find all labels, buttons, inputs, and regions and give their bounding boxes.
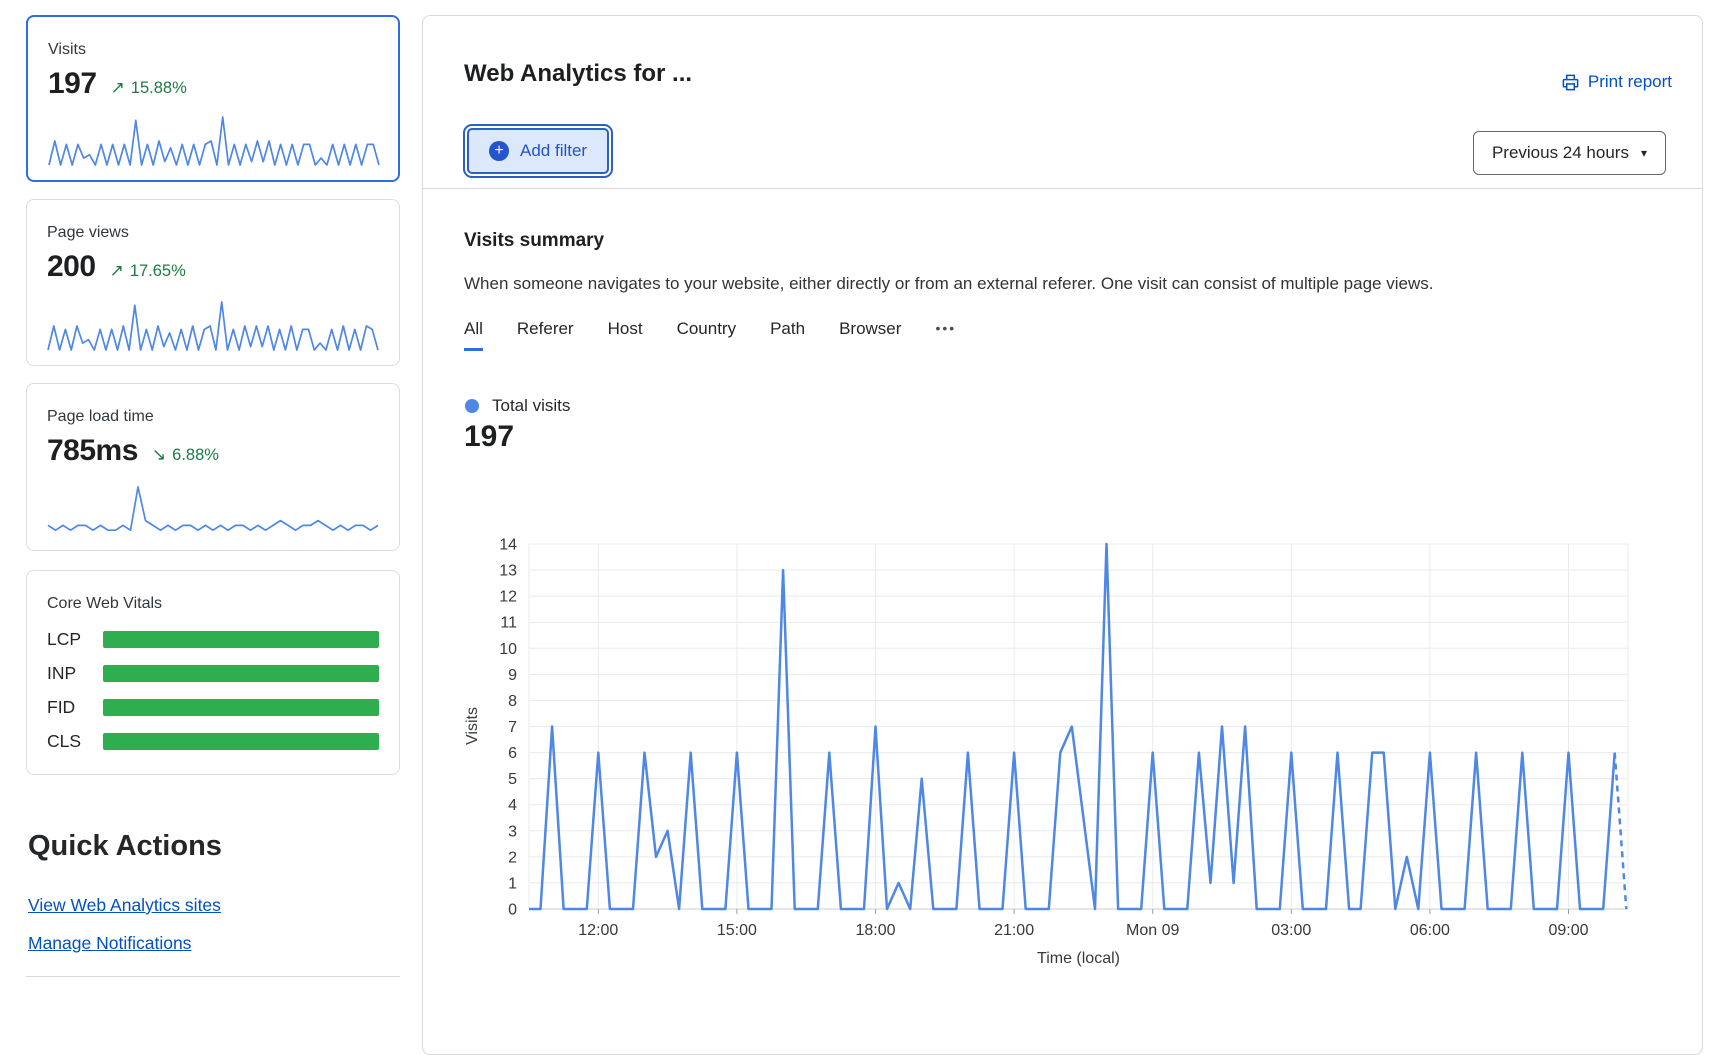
print-report-button[interactable]: Print report: [1561, 72, 1672, 92]
y-axis-tick-label: 1: [508, 875, 517, 892]
cwv-label: CLS: [47, 731, 103, 752]
x-axis-tick-label: 09:00: [1548, 922, 1588, 939]
stat-card-page-views[interactable]: Page views 200 ↗17.65%: [26, 199, 400, 366]
stat-card-value-row: 197 ↗15.88%: [48, 67, 378, 101]
cwv-row-lcp: LCP: [47, 629, 379, 650]
tab-all[interactable]: All: [464, 319, 483, 351]
chevron-down-icon: ▾: [1641, 146, 1647, 160]
y-axis-tick-label: 5: [508, 771, 517, 788]
add-filter-label: Add filter: [520, 141, 587, 161]
x-axis-tick-label: 21:00: [994, 922, 1034, 939]
x-axis-title: Time (local): [1037, 950, 1120, 967]
plus-icon: +: [489, 141, 509, 161]
y-axis-tick-label: 2: [508, 849, 517, 866]
tab-browser[interactable]: Browser: [839, 319, 901, 351]
stat-card-delta: ↗15.88%: [111, 78, 187, 98]
stat-card-title: Visits: [48, 41, 378, 59]
main-panel: Web Analytics for ... Print report + Add…: [422, 15, 1703, 1055]
chart-legend: Total visits: [465, 396, 570, 416]
tab-more-ellipsis-icon[interactable]: •••: [935, 320, 956, 351]
stat-card-value: 200: [47, 250, 96, 284]
sidebar-divider: [26, 976, 400, 977]
x-axis-tick-label: 18:00: [855, 922, 895, 939]
chart-total-value: 197: [464, 420, 514, 454]
core-web-vitals-rows: LCP INP FID CLS: [47, 629, 379, 752]
cwv-bar: [103, 631, 379, 648]
cwv-bar-track: [103, 665, 379, 682]
stat-card-value-row: 200 ↗17.65%: [47, 250, 379, 284]
trend-down-icon: ↘: [152, 445, 166, 464]
add-filter-button[interactable]: + Add filter: [467, 128, 609, 174]
quick-action-link-1[interactable]: View Web Analytics sites: [28, 895, 221, 916]
x-axis-tick-label: 12:00: [578, 922, 618, 939]
stat-card-title: Page views: [47, 224, 379, 242]
y-axis-tick-label: 6: [508, 745, 517, 762]
x-axis-tick-label: 03:00: [1271, 922, 1311, 939]
y-axis-title: Visits: [464, 707, 481, 745]
cwv-bar-track: [103, 631, 379, 648]
y-axis-tick-label: 12: [499, 589, 517, 606]
cwv-bar: [103, 665, 379, 682]
tab-path[interactable]: Path: [770, 319, 805, 351]
tab-referer[interactable]: Referer: [517, 319, 574, 351]
sidebar: Visits197↗15.88%Page views200↗17.65%Page…: [26, 0, 400, 988]
visits-summary-description: When someone navigates to your website, …: [464, 274, 1433, 294]
time-range-label: Previous 24 hours: [1492, 143, 1629, 163]
stat-card-visits[interactable]: Visits 197 ↗15.88%: [26, 15, 400, 182]
sparkline-chart: [46, 112, 382, 168]
cwv-bar-track: [103, 733, 379, 750]
x-axis-tick-label: Mon 09: [1126, 922, 1179, 939]
cwv-bar-track: [103, 699, 379, 716]
y-axis-tick-label: 14: [499, 537, 517, 554]
y-axis-tick-label: 7: [508, 719, 517, 736]
printer-icon: [1561, 73, 1580, 92]
quick-action-link-2[interactable]: Manage Notifications: [28, 933, 191, 954]
stat-card-value: 785ms: [47, 434, 138, 468]
chart-gridlines: [529, 544, 1628, 914]
stat-card-value-row: 785ms ↘6.88%: [47, 434, 379, 468]
y-axis-tick-label: 11: [500, 615, 517, 632]
cwv-label: LCP: [47, 629, 103, 650]
cwv-row-inp: INP: [47, 663, 379, 684]
y-axis-tick-label: 9: [508, 667, 517, 684]
x-axis-tick-label: 15:00: [717, 922, 757, 939]
summary-tabs: All Referer Host Country Path Browser •••: [464, 319, 956, 351]
stat-card-delta: ↗17.65%: [110, 261, 186, 281]
stat-card-value: 197: [48, 67, 97, 101]
trend-up-icon: ↗: [111, 78, 125, 97]
cwv-label: INP: [47, 663, 103, 684]
sparkline-chart: [45, 482, 381, 538]
x-axis-tick-label: 06:00: [1410, 922, 1450, 939]
header-divider: [423, 188, 1702, 189]
trend-up-icon: ↗: [110, 261, 124, 280]
y-axis-tick-label: 3: [508, 823, 517, 840]
y-axis-tick-label: 4: [508, 797, 517, 814]
cwv-bar: [103, 733, 379, 750]
sparkline-chart: [45, 297, 381, 353]
tab-country[interactable]: Country: [677, 319, 737, 351]
y-axis-tick-label: 10: [499, 641, 517, 658]
stat-card-title: Page load time: [47, 408, 379, 426]
y-axis-tick-label: 13: [499, 563, 517, 580]
legend-dot-icon: [465, 399, 479, 413]
tab-host[interactable]: Host: [608, 319, 643, 351]
page-title: Web Analytics for ...: [464, 60, 692, 88]
visits-line-chart: 0123456789101112131412:0015:0018:0021:00…: [423, 456, 1704, 996]
time-range-dropdown[interactable]: Previous 24 hours ▾: [1473, 131, 1666, 175]
cwv-bar: [103, 699, 379, 716]
cwv-row-cls: CLS: [47, 731, 379, 752]
visits-summary-title: Visits summary: [464, 230, 604, 252]
print-report-label: Print report: [1588, 72, 1672, 92]
stat-card-delta: ↘6.88%: [152, 445, 219, 465]
cwv-row-fid: FID: [47, 697, 379, 718]
core-web-vitals-title: Core Web Vitals: [47, 595, 379, 613]
legend-label: Total visits: [492, 396, 570, 416]
stat-card-page-load-time[interactable]: Page load time 785ms ↘6.88%: [26, 383, 400, 551]
y-axis-tick-label: 0: [508, 902, 517, 919]
y-axis-tick-label: 8: [508, 693, 517, 710]
quick-actions-title: Quick Actions: [28, 830, 222, 863]
cwv-label: FID: [47, 697, 103, 718]
core-web-vitals-card[interactable]: Core Web Vitals LCP INP FID CLS: [26, 570, 400, 775]
